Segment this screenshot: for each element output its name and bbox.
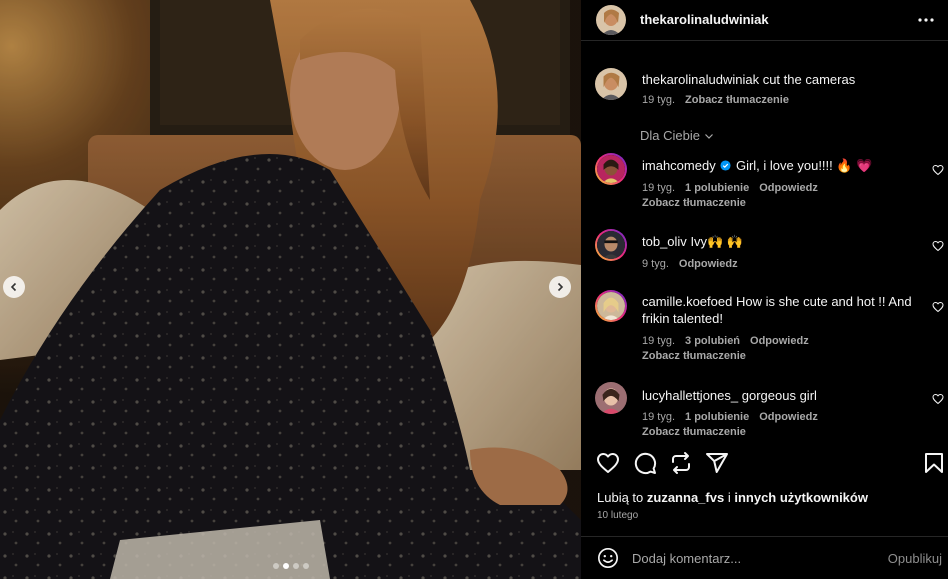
comment-age: 19 tyg. — [642, 182, 676, 194]
add-comment-bar: Opublikuj — [581, 536, 948, 579]
commenter-avatar[interactable] — [595, 290, 627, 322]
comment-age: 19 tyg. — [642, 411, 676, 423]
verified-badge-icon — [720, 160, 731, 171]
comment-meta: 19 tyg. 3 polubień Odpowiedz — [642, 335, 819, 347]
publish-comment-button[interactable]: Opublikuj — [888, 551, 942, 566]
chevron-right-icon — [557, 282, 564, 292]
likes-joiner: i — [727, 490, 731, 505]
comment-body: gorgeous girl — [741, 388, 817, 403]
like-comment-icon[interactable] — [932, 393, 944, 405]
commenter-avatar[interactable] — [595, 229, 627, 261]
comment-reply-link[interactable]: Odpowiedz — [750, 335, 809, 347]
comment-reply-link[interactable]: Odpowiedz — [679, 258, 738, 270]
chevron-left-icon — [10, 282, 17, 292]
comment-reply-link[interactable]: Odpowiedz — [759, 411, 818, 423]
comment-username[interactable]: imahcomedy — [642, 158, 716, 173]
post-side-panel: thekarolinaludwiniak thekarolinaludwinia… — [581, 0, 948, 579]
comment-body: Ivy🙌 🙌 — [690, 234, 744, 249]
commenter-avatar[interactable] — [595, 382, 627, 414]
comment-meta: 9 tyg. Odpowiedz — [642, 258, 748, 270]
caption-age: 19 tyg. — [642, 94, 676, 106]
likes-prefix: Lubią to — [597, 490, 644, 505]
comment-text: camille.koefoed How is she cute and hot … — [642, 293, 922, 327]
post-date[interactable]: 10 lutego — [597, 510, 638, 521]
repost-icon[interactable] — [669, 451, 693, 475]
post-action-bar — [581, 441, 948, 485]
comment-text: lucyhallettjones_ gorgeous girl — [642, 387, 922, 404]
like-comment-icon[interactable] — [932, 164, 944, 176]
comment-translate-link[interactable]: Zobacz tłumaczenie — [642, 350, 746, 362]
caption-username[interactable]: thekarolinaludwiniak — [642, 72, 759, 87]
share-icon[interactable] — [705, 451, 729, 475]
comment-text: imahcomedy Girl, i love you!!!! 🔥 💗 — [642, 157, 922, 174]
comment-input[interactable] — [632, 546, 872, 570]
post-image — [0, 0, 581, 579]
comment-filter-dropdown[interactable]: Dla Ciebie — [640, 128, 714, 143]
more-icon[interactable] — [916, 10, 936, 30]
caption-meta: 19 tyg. Zobacz tłumaczenie — [642, 94, 799, 106]
caption-translate-link[interactable]: Zobacz tłumaczenie — [685, 94, 789, 106]
carousel-dot — [302, 563, 309, 569]
comment-likes[interactable]: 3 polubień — [685, 335, 740, 347]
carousel-dot — [282, 563, 289, 569]
emoji-icon[interactable] — [597, 547, 619, 569]
commenter-avatar[interactable] — [595, 153, 627, 185]
heart-icon[interactable] — [596, 451, 620, 475]
comment-meta: 19 tyg. 1 polubienie Odpowiedz — [642, 182, 828, 194]
bookmark-icon[interactable] — [922, 451, 946, 475]
author-avatar[interactable] — [596, 5, 626, 35]
carousel-prev-button[interactable] — [3, 276, 25, 298]
comment-translate-link[interactable]: Zobacz tłumaczenie — [642, 426, 746, 438]
comment-reply-link[interactable]: Odpowiedz — [759, 182, 818, 194]
comment-likes[interactable]: 1 polubienie — [685, 411, 749, 423]
caption-body: cut the cameras — [762, 72, 856, 87]
liked-by-user[interactable]: zuzanna_fvs — [647, 490, 724, 505]
comments-section: thekarolinaludwiniak cut the cameras 19 … — [581, 41, 948, 441]
post-photo — [0, 0, 581, 579]
post-header: thekarolinaludwiniak — [581, 0, 948, 41]
comment-username[interactable]: camille.koefoed — [642, 294, 732, 309]
like-comment-icon[interactable] — [932, 240, 944, 252]
comment-likes[interactable]: 1 polubienie — [685, 182, 749, 194]
comment-icon[interactable] — [633, 451, 657, 475]
comment-username[interactable]: tob_oliv — [642, 234, 687, 249]
comment-age: 9 tyg. — [642, 258, 669, 270]
carousel-dot — [292, 563, 299, 569]
author-avatar[interactable] — [595, 68, 627, 100]
likes-summary: Lubią to zuzanna_fvs i innych użytkownik… — [597, 490, 868, 505]
author-username[interactable]: thekarolinaludwiniak — [640, 12, 769, 27]
comment-meta: 19 tyg. 1 polubienie Odpowiedz — [642, 411, 828, 423]
filter-label: Dla Ciebie — [640, 128, 700, 143]
chevron-down-icon — [705, 133, 713, 139]
carousel-indicators — [0, 563, 581, 569]
liked-by-others-link[interactable]: innych użytkowników — [734, 490, 868, 505]
carousel-next-button[interactable] — [549, 276, 571, 298]
comment-body: Girl, i love you!!!! 🔥 💗 — [735, 158, 873, 173]
like-comment-icon[interactable] — [932, 301, 944, 313]
caption-text: thekarolinaludwiniak cut the cameras — [642, 71, 922, 88]
carousel-dot — [272, 563, 279, 569]
comment-text: tob_oliv Ivy🙌 🙌 — [642, 233, 922, 250]
comment-username[interactable]: lucyhallettjones_ — [642, 388, 738, 403]
comment-translate-link[interactable]: Zobacz tłumaczenie — [642, 197, 746, 209]
comment-age: 19 tyg. — [642, 335, 676, 347]
